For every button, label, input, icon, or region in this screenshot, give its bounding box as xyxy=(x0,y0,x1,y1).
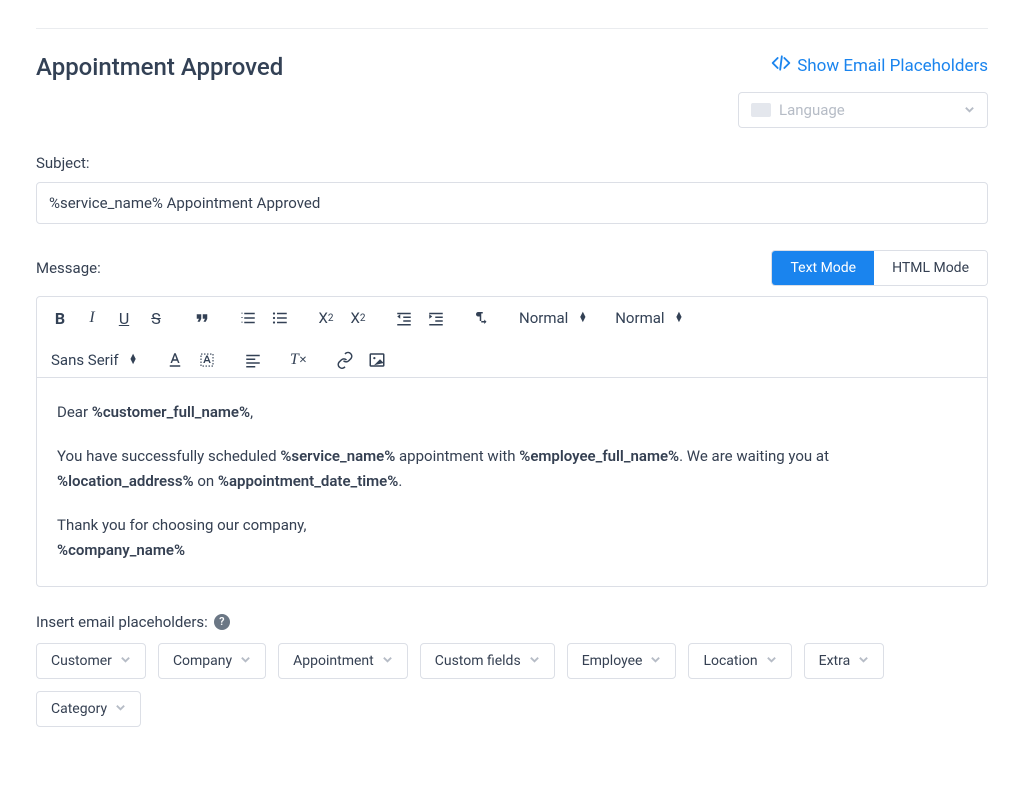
editor-content[interactable]: Dear %customer_full_name%, You have succ… xyxy=(37,378,987,586)
subject-input[interactable] xyxy=(36,182,988,224)
code-icon xyxy=(771,53,791,78)
background-color-button[interactable] xyxy=(198,349,216,371)
rich-text-editor: B I U S X2 X2 xyxy=(36,296,988,587)
placeholder-dropdown-company[interactable]: Company xyxy=(158,643,266,679)
placeholder-dropdown-appointment[interactable]: Appointment xyxy=(278,643,408,679)
size-select[interactable]: Normal ▲▼ xyxy=(615,309,683,327)
subscript-button[interactable]: X2 xyxy=(317,307,335,329)
italic-button[interactable]: I xyxy=(83,307,101,329)
placeholder-dropdown-category[interactable]: Category xyxy=(36,691,141,727)
message-label: Message: xyxy=(36,259,101,277)
strike-button[interactable]: S xyxy=(147,307,165,329)
subject-label: Subject: xyxy=(36,154,988,172)
header-format-select[interactable]: Normal ▲▼ xyxy=(519,309,587,327)
bold-button[interactable]: B xyxy=(51,307,69,329)
image-button[interactable] xyxy=(368,349,386,371)
sort-icon: ▲▼ xyxy=(675,313,684,323)
chevron-down-icon xyxy=(115,701,126,717)
placeholder-dropdown-customer[interactable]: Customer xyxy=(36,643,146,679)
chevron-down-icon xyxy=(240,653,251,669)
link-button[interactable] xyxy=(336,349,354,371)
chevron-down-icon xyxy=(650,653,661,669)
chevron-down-icon xyxy=(858,653,869,669)
text-color-button[interactable] xyxy=(166,349,184,371)
show-email-placeholders-link[interactable]: Show Email Placeholders xyxy=(771,53,988,78)
clear-format-button[interactable]: T✕ xyxy=(290,349,308,371)
mode-toggle: Text Mode HTML Mode xyxy=(771,250,988,286)
help-icon[interactable]: ? xyxy=(214,614,230,630)
body-line-greeting: Dear %customer_full_name%, xyxy=(57,400,967,426)
font-family-select[interactable]: Sans Serif ▲▼ xyxy=(51,351,138,369)
unordered-list-button[interactable] xyxy=(271,307,289,329)
text-direction-button[interactable] xyxy=(473,307,491,329)
placeholder-buttons-row: Customer Company Appointment Custom fields E… xyxy=(36,643,988,727)
html-mode-button[interactable]: HTML Mode xyxy=(874,251,987,285)
blockquote-button[interactable] xyxy=(193,307,211,329)
placeholder-dropdown-location[interactable]: Location xyxy=(688,643,791,679)
text-mode-button[interactable]: Text Mode xyxy=(772,251,874,285)
chevron-down-icon xyxy=(382,653,393,669)
chevron-down-icon xyxy=(766,653,777,669)
superscript-button[interactable]: X2 xyxy=(349,307,367,329)
sort-icon: ▲▼ xyxy=(129,355,138,365)
flag-icon xyxy=(751,103,771,117)
placeholder-dropdown-custom-fields[interactable]: Custom fields xyxy=(420,643,555,679)
placeholder-dropdown-employee[interactable]: Employee xyxy=(567,643,677,679)
header-bar: Appointment Approved Show Email Placehol… xyxy=(36,28,988,128)
ordered-list-button[interactable] xyxy=(239,307,257,329)
body-line-thanks: Thank you for choosing our company, %com… xyxy=(57,513,967,564)
chevron-down-icon xyxy=(529,653,540,669)
editor-toolbar: B I U S X2 X2 xyxy=(37,297,987,378)
indent-button[interactable] xyxy=(427,307,445,329)
underline-button[interactable]: U xyxy=(115,307,133,329)
body-line-main: You have successfully scheduled %service… xyxy=(57,444,967,495)
show-placeholders-label: Show Email Placeholders xyxy=(797,56,988,76)
align-button[interactable] xyxy=(244,349,262,371)
language-select[interactable]: Language xyxy=(738,92,988,128)
page-title: Appointment Approved xyxy=(36,53,283,81)
language-placeholder: Language xyxy=(779,101,845,119)
outdent-button[interactable] xyxy=(395,307,413,329)
insert-placeholders-label: Insert email placeholders: ? xyxy=(36,613,988,631)
chevron-down-icon xyxy=(964,101,975,119)
chevron-down-icon xyxy=(120,653,131,669)
placeholder-dropdown-extra[interactable]: Extra xyxy=(804,643,885,679)
sort-icon: ▲▼ xyxy=(578,313,587,323)
